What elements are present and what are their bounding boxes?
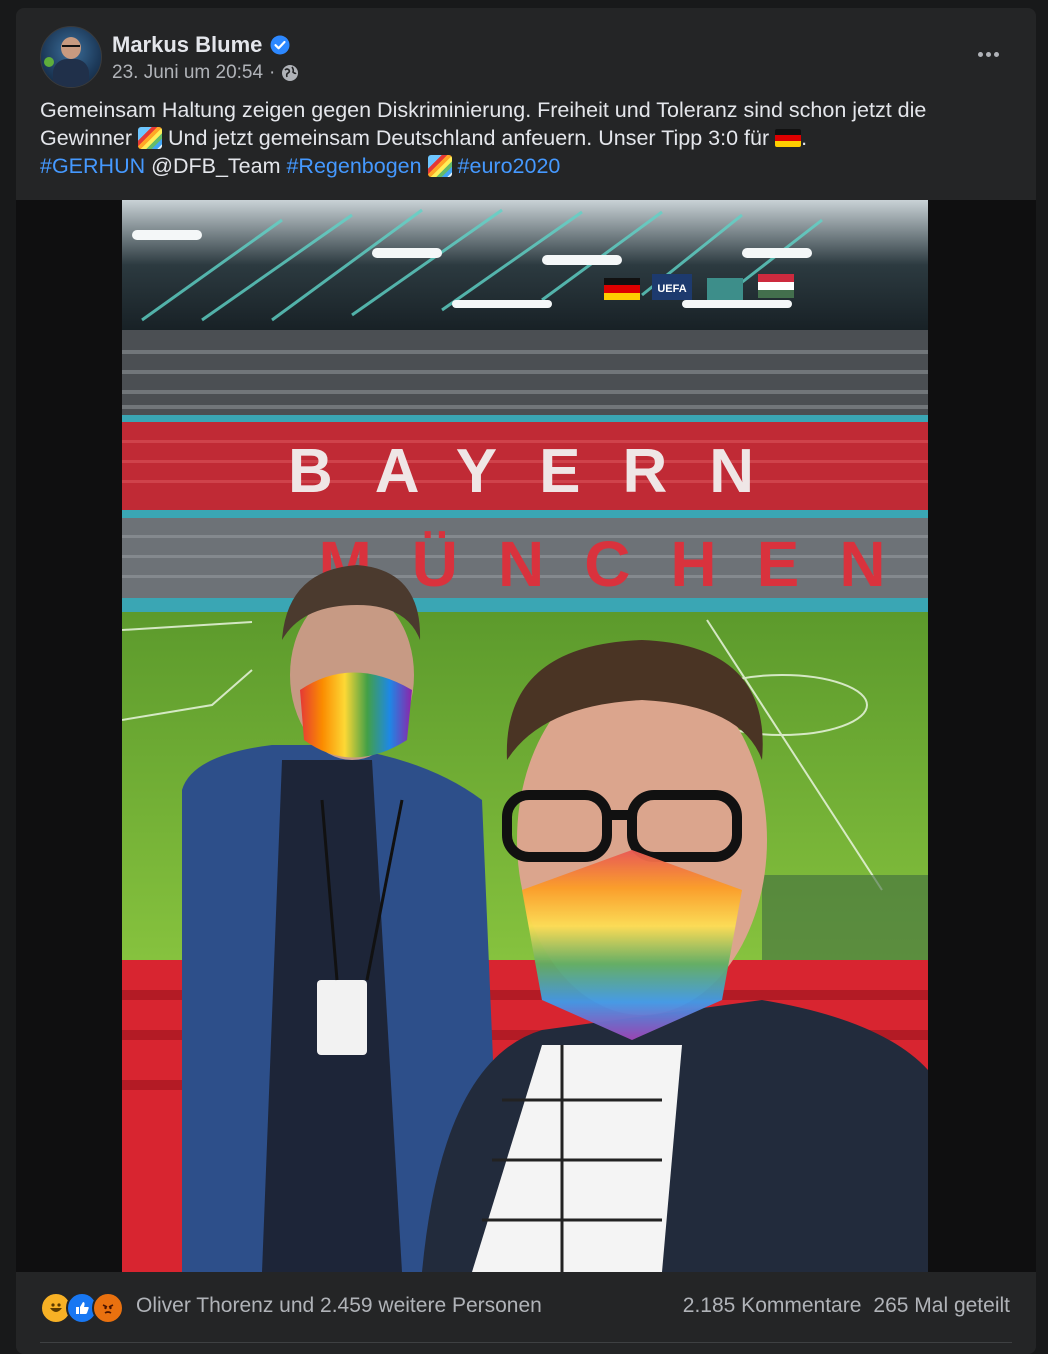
more-options-icon[interactable] bbox=[968, 34, 1008, 74]
germany-flag-emoji-icon bbox=[775, 129, 802, 147]
post-text: Gemeinsam Haltung zeigen gegen Diskrimin… bbox=[40, 96, 1015, 180]
post-text-part3: . bbox=[801, 126, 808, 150]
shares-count[interactable]: 265 Mal geteilt bbox=[873, 1294, 1010, 1318]
meta-separator: · bbox=[269, 62, 276, 83]
globe-icon[interactable] bbox=[281, 64, 299, 82]
author-name[interactable]: Markus Blume bbox=[112, 32, 262, 58]
post-text-part2: Und jetzt gemeinsam Deutschland anfeuern… bbox=[162, 126, 776, 150]
reactions-summary[interactable]: Oliver Thorenz und 2.459 weitere Persone… bbox=[136, 1294, 542, 1318]
post-header: Markus Blume 23. Juni um 20:54 · bbox=[40, 26, 1012, 88]
rainbow-emoji-icon bbox=[138, 127, 162, 149]
post-photo[interactable]: UEFA BAYERN MÜNCHEN bbox=[122, 200, 928, 1272]
reaction-icons[interactable] bbox=[40, 1292, 124, 1324]
verified-badge-icon bbox=[270, 35, 290, 55]
author-avatar[interactable] bbox=[40, 26, 102, 88]
stadium-selfie-image: UEFA BAYERN MÜNCHEN bbox=[122, 200, 928, 1272]
stadium-text-muenchen: MÜNCHEN bbox=[318, 528, 925, 600]
angry-icon bbox=[92, 1292, 124, 1324]
comments-count[interactable]: 2.185 Kommentare bbox=[683, 1294, 862, 1318]
photo-container: UEFA BAYERN MÜNCHEN bbox=[16, 200, 1036, 1272]
rainbow-emoji-icon bbox=[427, 155, 452, 177]
hashtag-gerhun[interactable]: #GERHUN bbox=[40, 154, 145, 178]
stadium-text-bayern: BAYERN bbox=[288, 437, 796, 506]
post-card: Markus Blume 23. Juni um 20:54 · Gemeins… bbox=[16, 8, 1036, 1354]
post-footer: Oliver Thorenz und 2.459 weitere Persone… bbox=[16, 1272, 1036, 1354]
footer-divider bbox=[40, 1342, 1012, 1343]
mention-dfb-team[interactable]: @DFB_Team bbox=[151, 154, 280, 178]
hashtag-regenbogen[interactable]: #Regenbogen bbox=[286, 154, 421, 178]
hashtag-euro2020[interactable]: #euro2020 bbox=[458, 154, 561, 178]
post-timestamp[interactable]: 23. Juni um 20:54 bbox=[112, 62, 263, 84]
uefa-board: UEFA bbox=[657, 283, 686, 295]
